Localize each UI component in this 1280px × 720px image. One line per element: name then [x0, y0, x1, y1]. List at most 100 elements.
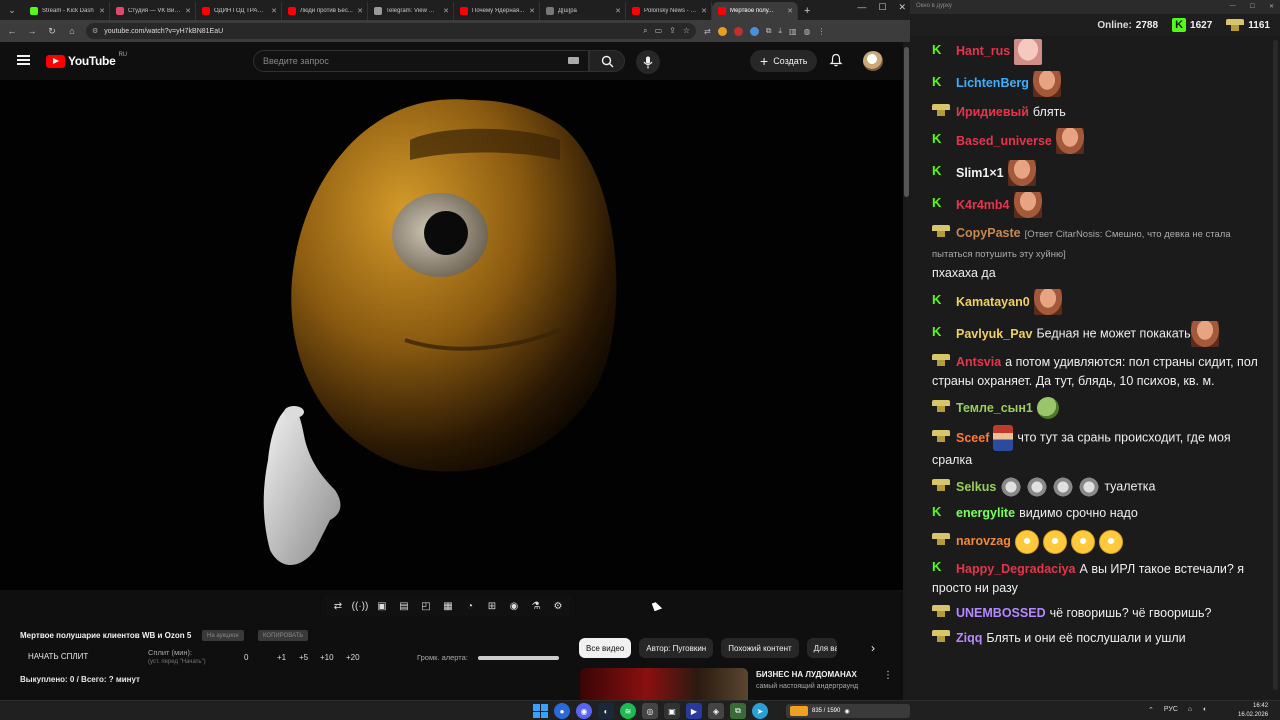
speed-gauge-icon[interactable]: ◔ — [462, 598, 478, 614]
search-button[interactable] — [589, 50, 625, 72]
tab-close-icon[interactable]: ✕ — [615, 7, 621, 15]
bookmark-star-icon[interactable]: ☆ — [683, 26, 690, 36]
browser-tab[interactable]: Telegram: View @... ✕ — [368, 2, 454, 20]
chat-username[interactable]: Ziqq — [956, 631, 982, 645]
home-icon[interactable]: ⌂ — [66, 26, 78, 36]
chip-similar[interactable]: Похожий контент — [721, 638, 799, 658]
chip-author[interactable]: Автор: Пуговкин — [639, 638, 714, 658]
extensions-puzzle-icon[interactable]: ⧉ — [766, 26, 772, 36]
tray-lang[interactable]: РУС — [1164, 706, 1178, 714]
tab-close-icon[interactable]: ✕ — [271, 7, 277, 15]
recommended-video-title[interactable]: БИЗНЕС НА ЛУДОМАНАХ — [756, 670, 857, 679]
cast-icon[interactable]: ▭ — [655, 26, 663, 36]
split-plus-20-button[interactable]: +20 — [346, 653, 360, 662]
telegram-icon[interactable]: ➤ — [752, 703, 768, 719]
hamburger-menu-icon[interactable] — [17, 55, 30, 65]
tab-close-icon[interactable]: ✕ — [99, 7, 105, 15]
page-scrollbar[interactable] — [903, 42, 910, 700]
browser-tab[interactable]: Д[ш]ра ✕ — [540, 2, 626, 20]
url-field[interactable]: ⚙ youtube.com/watch?v=yH7kBN81EaU ⌕ ▭ ⇪ … — [86, 23, 696, 39]
frame-step-icon[interactable]: ⊞ — [484, 598, 500, 614]
maximize-icon[interactable]: ☐ — [1250, 3, 1255, 11]
site-info-icon[interactable]: ⚙ — [92, 27, 98, 35]
profile-icon[interactable]: ◍ — [804, 27, 811, 36]
chat-username[interactable]: Antsvia — [956, 355, 1001, 369]
chat-username[interactable]: Темле_сын1 — [956, 401, 1033, 415]
new-tab-button[interactable]: + — [798, 2, 816, 20]
chat-scrollbar[interactable] — [1273, 40, 1278, 690]
chat-username[interactable]: LichtenBerg — [956, 76, 1029, 90]
forward-icon[interactable]: → — [26, 26, 38, 36]
extension-icon[interactable] — [717, 26, 727, 36]
start-menu-icon[interactable] — [532, 703, 548, 719]
browser-tab[interactable]: Мертвое полу... ✕ — [712, 2, 798, 20]
browser-tab[interactable]: Почему Ядерная... ✕ — [454, 2, 540, 20]
app-icon[interactable]: ▣ — [664, 703, 680, 719]
browser-tab[interactable]: ОДИН ГОД ТРАМПА ✕ — [196, 2, 282, 20]
flask-icon[interactable]: ⚗ — [528, 598, 544, 614]
browser-tab[interactable]: Люди против Бес... ✕ — [282, 2, 368, 20]
taskbar-clock[interactable]: 16:42 16.02.2026 — [1238, 702, 1268, 720]
chat-username[interactable]: CopyPaste — [956, 226, 1021, 240]
notifications-bell-icon[interactable] — [829, 53, 843, 67]
picture-in-picture-icon[interactable]: ◰ — [418, 598, 434, 614]
split-plus-10-button[interactable]: +10 — [320, 653, 334, 662]
minimize-icon[interactable]: — — [857, 2, 866, 13]
chat-username[interactable]: Иридиевый — [956, 105, 1029, 119]
obs-icon[interactable]: ◎ — [642, 703, 658, 719]
tab-close-icon[interactable]: ✕ — [357, 7, 363, 15]
clapper-icon[interactable]: ▤ — [396, 598, 412, 614]
zoom-icon[interactable]: ⌕ — [643, 26, 647, 36]
sidebar-icon[interactable]: ▥ — [789, 27, 797, 36]
youtube-logo[interactable]: YouTube RU — [46, 52, 127, 68]
copy-button[interactable]: КОПИРОВАТЬ — [258, 630, 309, 641]
browser-tab[interactable]: Stream - Kick Dash ✕ — [24, 2, 110, 20]
volume-icon[interactable]: ◖ — [1202, 706, 1206, 714]
chat-username[interactable]: Sceef — [956, 431, 989, 445]
chat-username[interactable]: Slim1×1 — [956, 166, 1004, 180]
chat-username[interactable]: Kamatayan0 — [956, 295, 1030, 309]
more-actions-icon[interactable]: ⋮ — [883, 670, 893, 681]
network-icon[interactable]: ⌂ — [1188, 706, 1192, 714]
chat-username[interactable]: Pavlyuk_Pav — [956, 327, 1032, 341]
filmstrip-icon[interactable]: ▦ — [440, 598, 456, 614]
split-plus-1-button[interactable]: +1 — [277, 653, 286, 662]
app-icon[interactable]: ◈ — [708, 703, 724, 719]
broadcast-icon[interactable]: ((·)) — [352, 598, 369, 614]
chat-username[interactable]: UNEMBOSSED — [956, 606, 1046, 620]
recommended-video-thumbnail[interactable] — [580, 668, 748, 700]
back-icon[interactable]: ← — [6, 26, 18, 36]
split-plus-5-button[interactable]: +5 — [299, 653, 308, 662]
chevron-right-icon[interactable]: › — [871, 641, 875, 655]
chat-username[interactable]: Happy_Degradaciya — [956, 562, 1076, 576]
tab-close-icon[interactable]: ✕ — [701, 7, 707, 15]
auction-button[interactable]: На аукцион — [202, 630, 244, 641]
screenshot-camera-icon[interactable]: ◉ — [506, 598, 522, 614]
reload-icon[interactable]: ↻ — [46, 26, 58, 37]
download-icon[interactable]: ⤓ — [778, 26, 782, 36]
chrome-icon[interactable]: ● — [554, 703, 570, 719]
maximize-icon[interactable]: ☐ — [878, 2, 886, 13]
discord-icon[interactable]: ◉ — [576, 703, 592, 719]
keyboard-icon[interactable] — [568, 57, 579, 64]
extension-icon[interactable] — [733, 26, 743, 36]
screen-record-icon[interactable]: ▣ — [374, 598, 390, 614]
video-player[interactable] — [0, 80, 903, 590]
loop-icon[interactable]: ⇄ — [330, 598, 346, 614]
settings-gear-icon[interactable]: ⚙ — [550, 598, 566, 614]
share-icon[interactable]: ⇪ — [669, 26, 676, 36]
voice-search-button[interactable] — [636, 50, 660, 74]
chip-for-you[interactable]: Для ва — [806, 638, 837, 658]
search-input[interactable]: Введите запрос — [253, 50, 589, 72]
taskbar-game-widget[interactable]: 835 / 1590 ◉ — [786, 704, 910, 718]
browser-tab[interactable]: Polonsky News - Y... ✕ — [626, 2, 712, 20]
start-split-button[interactable]: НАЧАТЬ СПЛИТ — [28, 652, 88, 661]
chat-username[interactable]: Selkus — [956, 480, 996, 494]
tab-close-icon[interactable]: ✕ — [443, 7, 449, 15]
close-icon[interactable]: ✕ — [1269, 3, 1274, 11]
chat-username[interactable]: energylite — [956, 506, 1015, 520]
chat-username[interactable]: Based_universe — [956, 134, 1052, 148]
alert-volume-slider[interactable] — [478, 656, 559, 660]
chat-username[interactable]: Hant_rus — [956, 44, 1010, 58]
extension-icon[interactable]: ⇄ — [704, 27, 711, 36]
